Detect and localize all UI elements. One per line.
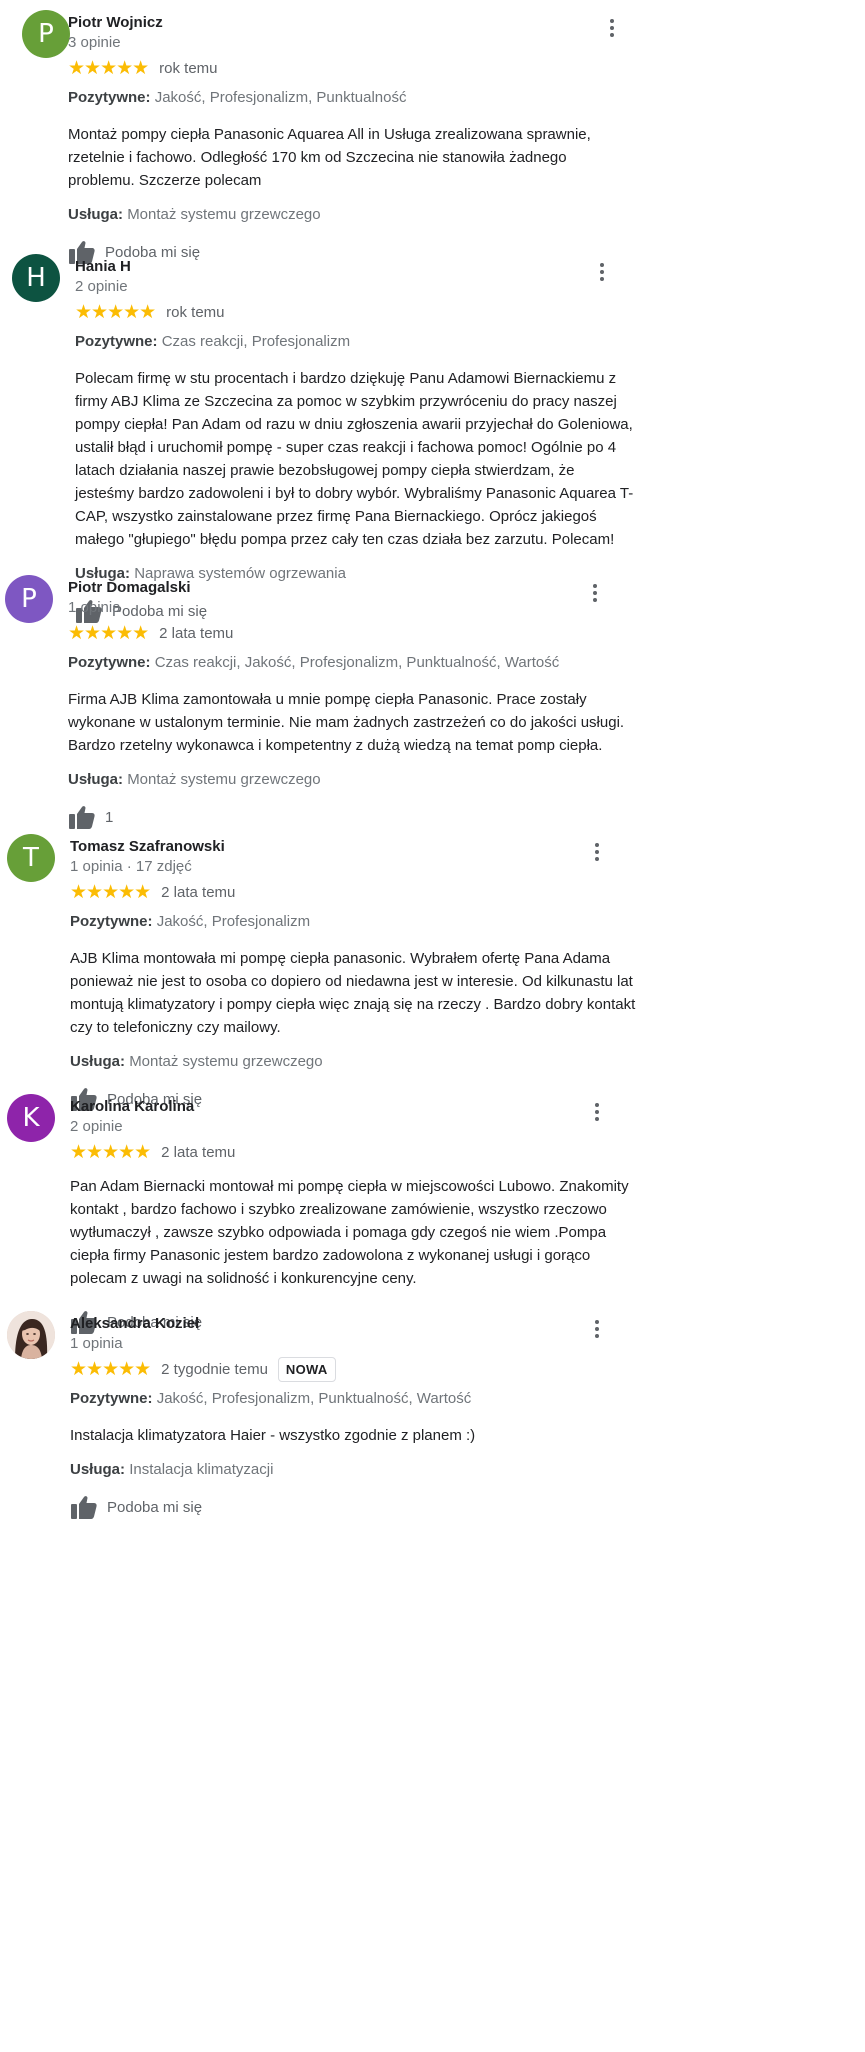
avatar[interactable]: K xyxy=(7,1094,55,1142)
service-value: Montaż systemu grzewczego xyxy=(127,206,321,223)
review-body: ★★★★★ rok temu Pozytywne: Czas reakcji, … xyxy=(75,302,635,625)
more-options-icon[interactable] xyxy=(592,258,612,286)
like-button[interactable]: 1 xyxy=(68,803,638,831)
reviewer-name[interactable]: Piotr Wojnicz xyxy=(68,14,163,31)
positive-label: Pozytywne: xyxy=(75,333,158,350)
service-value: Montaż systemu grzewczego xyxy=(127,771,321,788)
service-info: Usługa: Montaż systemu grzewczego xyxy=(70,1053,640,1070)
review-body: ★★★★★ 2 lata temu Pozytywne: Jakość, Pro… xyxy=(70,882,640,1113)
review-time: 2 lata temu xyxy=(159,624,234,642)
positive-values: Czas reakcji, Profesjonalizm xyxy=(161,333,351,350)
like-button[interactable]: Podoba mi się xyxy=(70,1493,640,1521)
like-button[interactable]: Podoba mi się xyxy=(75,597,635,625)
service-label: Usługa: xyxy=(70,1053,126,1070)
star-rating: ★★★★★ xyxy=(68,57,149,79)
positive-label: Pozytywne: xyxy=(68,89,151,106)
more-options-icon[interactable] xyxy=(587,838,607,866)
service-label: Usługa: xyxy=(70,1461,126,1478)
reviewer-meta: 1 opinia xyxy=(68,599,121,616)
review-text: Montaż pompy ciepła Panasonic Aquarea Al… xyxy=(68,126,591,189)
positive-values: Czas reakcji, Jakość, Profesjonalizm, Pu… xyxy=(154,654,560,671)
review-text: AJB Klima montowała mi pompę ciepła pana… xyxy=(70,950,636,1036)
rating-row: ★★★★★ 2 tygodnie temu NOWA xyxy=(70,1356,640,1382)
positive-values: Jakość, Profesjonalizm, Punktualność, Wa… xyxy=(156,1390,472,1407)
star-rating: ★★★★★ xyxy=(70,1358,151,1380)
more-options-icon[interactable] xyxy=(602,14,622,42)
positive-attributes: Pozytywne: Jakość, Profesjonalizm, Punkt… xyxy=(70,1390,640,1407)
avatar[interactable]: T xyxy=(7,834,55,882)
new-badge: NOWA xyxy=(277,1356,336,1382)
like-label: Podoba mi się xyxy=(107,1498,203,1516)
profile-photo xyxy=(7,1311,55,1359)
star-rating: ★★★★★ xyxy=(70,1141,151,1163)
like-label: Podoba mi się xyxy=(112,602,208,620)
reviewer-name[interactable]: Hania H xyxy=(75,258,131,275)
star-rating: ★★★★★ xyxy=(70,881,151,903)
review-body: ★★★★★ rok temu Pozytywne: Jakość, Profes… xyxy=(68,58,628,266)
more-options-icon[interactable] xyxy=(585,579,605,607)
service-value: Instalacja klimatyzacji xyxy=(129,1461,274,1478)
avatar[interactable]: H xyxy=(12,254,60,302)
avatar[interactable]: P xyxy=(22,10,70,58)
more-options-icon[interactable] xyxy=(587,1098,607,1126)
service-info: Usługa: Instalacja klimatyzacji xyxy=(70,1461,640,1478)
reviewer-name[interactable]: Karolina Karolina xyxy=(70,1098,194,1115)
avatar[interactable]: P xyxy=(5,575,53,623)
like-button[interactable]: Podoba mi się xyxy=(68,238,628,266)
rating-row: ★★★★★ rok temu xyxy=(68,58,628,78)
service-value: Montaż systemu grzewczego xyxy=(129,1053,323,1070)
review-body: ★★★★★ 2 tygodnie temu NOWA Pozytywne: Ja… xyxy=(70,1356,640,1521)
review-time: 2 lata temu xyxy=(161,1143,236,1161)
service-info: Usługa: Montaż systemu grzewczego xyxy=(68,771,638,788)
reviewer-name[interactable]: Tomasz Szafranowski xyxy=(70,838,225,855)
star-rating: ★★★★★ xyxy=(75,301,156,323)
service-label: Usługa: xyxy=(68,771,124,788)
positive-values: Jakość, Profesjonalizm xyxy=(156,913,311,930)
review-body: ★★★★★ 2 lata temu Pan Adam Biernacki mon… xyxy=(70,1142,640,1336)
reviewer-name[interactable]: Aleksandra Kozieł xyxy=(70,1315,199,1332)
rating-row: ★★★★★ 2 lata temu xyxy=(70,1142,640,1162)
reviewer-meta: 1 opinia xyxy=(70,1335,123,1352)
rating-row: ★★★★★ rok temu xyxy=(75,302,635,322)
positive-attributes: Pozytywne: Jakość, Profesjonalizm xyxy=(70,913,640,930)
review-time: 2 tygodnie temu xyxy=(161,1360,268,1378)
positive-attributes: Pozytywne: Jakość, Profesjonalizm, Punkt… xyxy=(68,89,628,106)
positive-attributes: Pozytywne: Czas reakcji, Profesjonalizm xyxy=(75,333,635,350)
review-time: 2 lata temu xyxy=(161,883,236,901)
reviewer-name[interactable]: Piotr Domagalski xyxy=(68,579,191,596)
review-body: ★★★★★ 2 lata temu Pozytywne: Czas reakcj… xyxy=(68,623,638,831)
review-time: rok temu xyxy=(166,303,225,321)
positive-values: Jakość, Profesjonalizm, Punktualność xyxy=(154,89,407,106)
review-text: Pan Adam Biernacki montował mi pompę cie… xyxy=(70,1178,629,1287)
review-text: Polecam firmę w stu procentach i bardzo … xyxy=(75,370,634,548)
reviewer-meta: 2 opinie xyxy=(70,1118,123,1135)
rating-row: ★★★★★ 2 lata temu xyxy=(68,623,638,643)
positive-attributes: Pozytywne: Czas reakcji, Jakość, Profesj… xyxy=(68,654,638,671)
star-rating: ★★★★★ xyxy=(68,622,149,644)
positive-label: Pozytywne: xyxy=(68,654,151,671)
reviewer-meta: 1 opinia · 17 zdjęć xyxy=(70,858,192,875)
more-options-icon[interactable] xyxy=(587,1315,607,1343)
thumbs-up-icon xyxy=(69,806,95,829)
review-time: rok temu xyxy=(159,59,218,77)
review-text: Instalacja klimatyzatora Haier - wszystk… xyxy=(70,1427,476,1444)
avatar[interactable] xyxy=(7,1311,55,1359)
service-label: Usługa: xyxy=(68,206,124,223)
reviewer-meta: 3 opinie xyxy=(68,34,121,51)
review-text: Firma AJB Klima zamontowała u mnie pompę… xyxy=(68,691,625,754)
reviewer-meta: 2 opinie xyxy=(75,278,128,295)
rating-row: ★★★★★ 2 lata temu xyxy=(70,882,640,902)
service-info: Usługa: Montaż systemu grzewczego xyxy=(68,206,628,223)
like-count: 1 xyxy=(105,808,114,826)
positive-label: Pozytywne: xyxy=(70,913,153,930)
positive-label: Pozytywne: xyxy=(70,1390,153,1407)
thumbs-up-icon xyxy=(71,1496,97,1519)
